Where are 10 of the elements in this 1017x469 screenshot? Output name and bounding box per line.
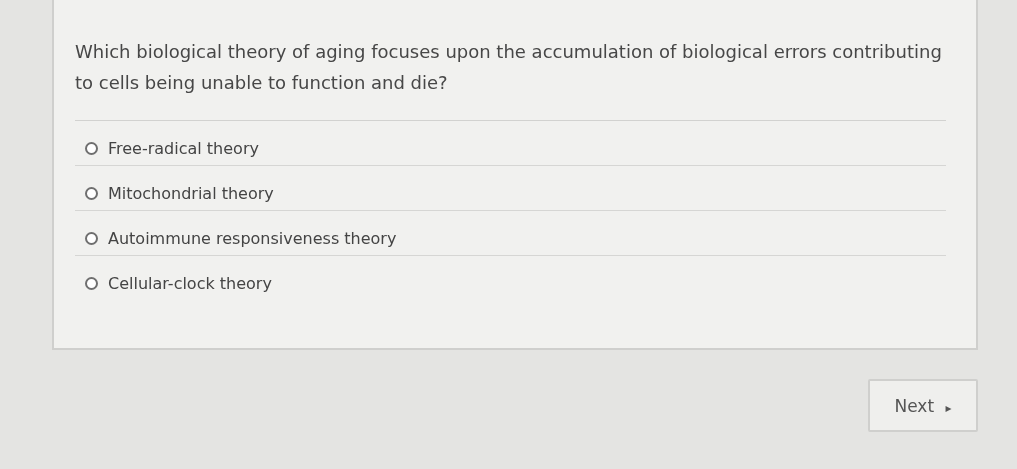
radio-button[interactable]	[85, 141, 98, 155]
answer-option[interactable]: Cellular-clock theory	[75, 256, 946, 301]
question-text: Which biological theory of aging focuses upon the accumulation of biological errors contributing to cells being unable to function and die?	[75, 36, 946, 121]
radio-button[interactable]	[85, 186, 98, 200]
next-button[interactable]: Next ▸	[868, 379, 978, 432]
radio-button[interactable]	[85, 277, 98, 290]
radio-button[interactable]	[85, 231, 98, 245]
answer-option[interactable]: Free-radical theory	[75, 121, 946, 166]
answer-option[interactable]: Autoimmune responsiveness theory	[75, 211, 946, 256]
answer-option[interactable]: Mitochondrial theory	[75, 166, 946, 211]
